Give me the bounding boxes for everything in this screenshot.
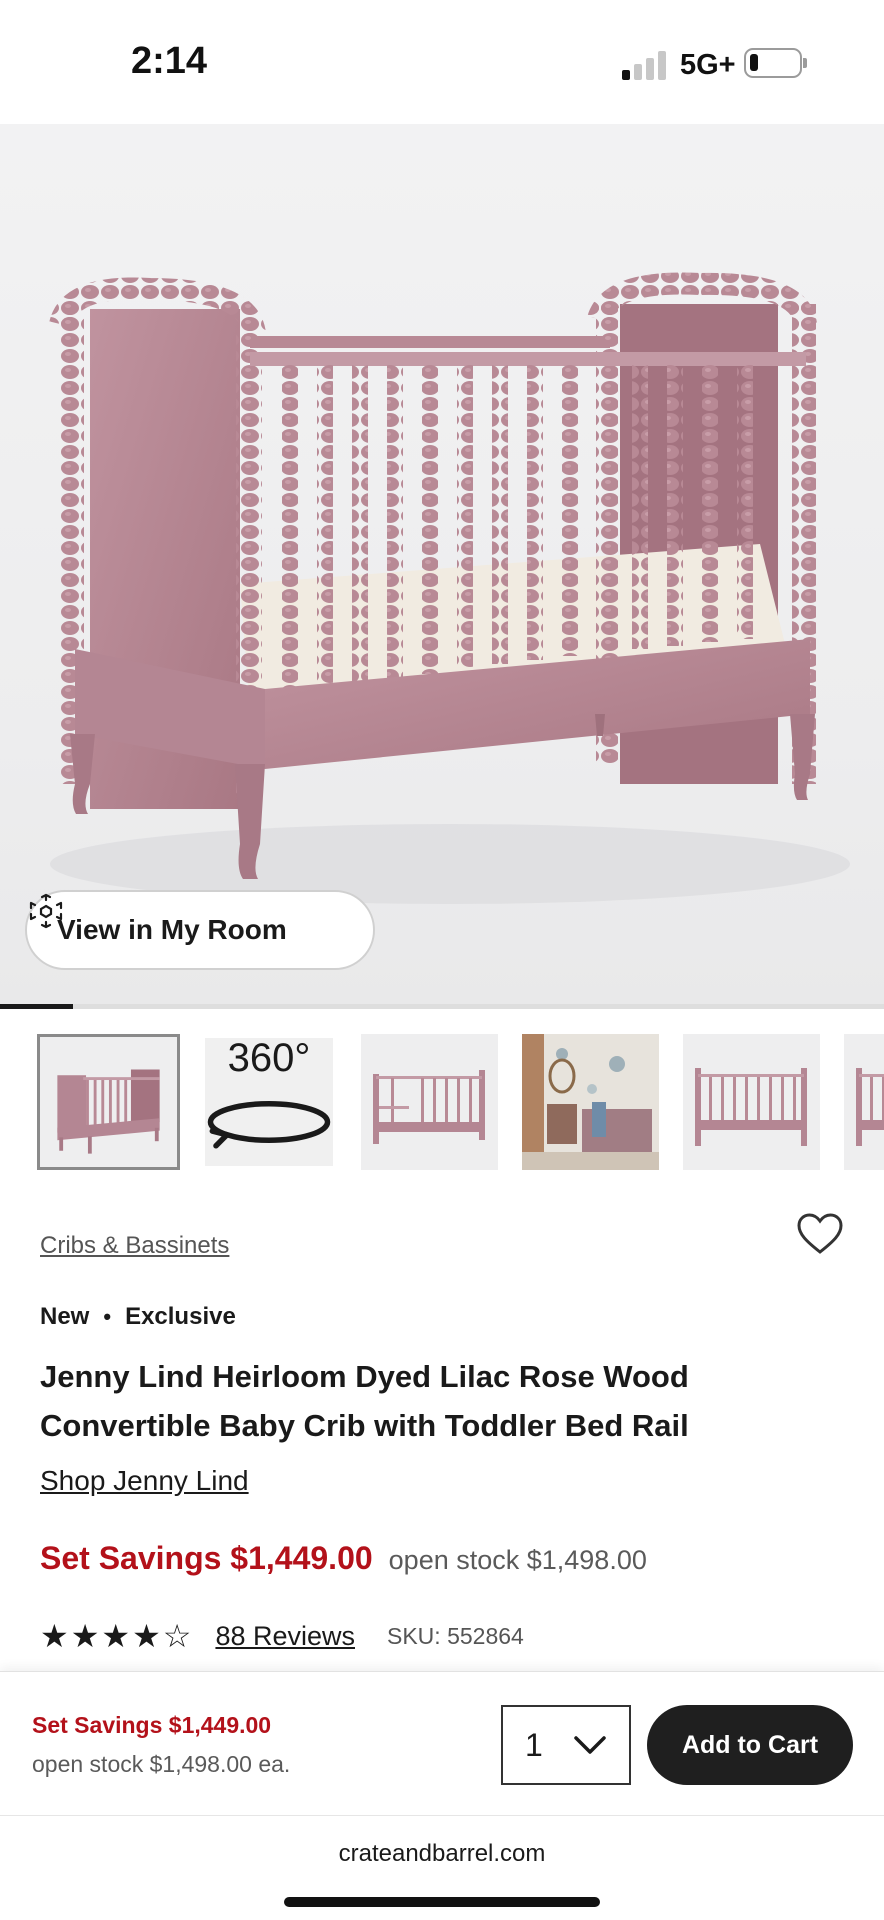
star-empty-icon: ☆ — [162, 1618, 192, 1654]
gallery-progress-bar — [0, 1004, 884, 1009]
wishlist-button[interactable] — [796, 1212, 844, 1256]
thumbnail-strip[interactable]: 360° — [0, 1030, 884, 1176]
product-tags: New • Exclusive — [40, 1303, 236, 1331]
nursery-room-thumbnail-image — [522, 1034, 659, 1170]
reviews-link[interactable]: 88 Reviews — [215, 1621, 355, 1652]
product-title: Jenny Lind Heirloom Dyed Lilac Rose Wood… — [40, 1352, 820, 1450]
tag-separator: • — [103, 1304, 112, 1329]
thumbnail-nursery-room[interactable] — [522, 1034, 659, 1170]
heart-icon — [797, 1213, 843, 1254]
star-filled-icon: ★ — [70, 1618, 100, 1654]
sticky-purchase-bar: Set Savings $1,449.00 open stock $1,498.… — [0, 1671, 884, 1815]
network-type: 5G+ — [680, 49, 736, 81]
price-row: Set Savings $1,449.00 open stock $1,498.… — [40, 1540, 647, 1577]
star-filled-icon: ★ — [132, 1618, 161, 1654]
battery-icon — [744, 48, 807, 78]
add-to-cart-button[interactable]: Add to Cart — [647, 1705, 853, 1785]
view-in-my-room-label: View in My Room — [57, 914, 287, 945]
product-hero-image[interactable]: View in My Room — [0, 124, 884, 1004]
tag-new: New — [40, 1303, 90, 1330]
thumbnail-360-view[interactable]: 360° — [205, 1038, 333, 1166]
browser-url-bar[interactable]: crateandbarrel.com — [0, 1815, 884, 1920]
thumbnail-crib-side[interactable] — [683, 1034, 820, 1170]
product-title-line-1: Jenny Lind Heirloom Dyed Lilac Rose Wood — [40, 1359, 689, 1394]
sticky-open-stock-price: open stock $1,498.00 ea. — [32, 1751, 291, 1777]
rating-row: ★ ★ ★ ★ ☆ 88 Reviews SKU: 552864 — [40, 1620, 524, 1652]
quantity-value: 1 — [525, 1726, 543, 1763]
star-rating: ★ ★ ★ ★ ☆ — [40, 1620, 193, 1652]
thumbnail-crib-partial[interactable] — [844, 1034, 884, 1170]
home-indicator[interactable] — [284, 1897, 600, 1907]
sticky-sale-price: Set Savings $1,449.00 — [32, 1712, 272, 1738]
ar-cube-icon — [29, 893, 63, 929]
star-filled-icon: ★ — [101, 1618, 131, 1654]
gallery-progress-fill — [0, 1004, 74, 1009]
sku-label: SKU: 552864 — [387, 1622, 524, 1649]
view-in-my-room-button[interactable]: View in My Room — [25, 890, 375, 970]
thumbnail-toddler-rail[interactable] — [361, 1034, 498, 1170]
status-time: 2:14 — [131, 40, 208, 82]
product-title-line-2: Convertible Baby Crib with Toddler Bed R… — [40, 1408, 689, 1443]
crib-side-thumbnail-image — [683, 1034, 820, 1170]
rotate-360-icon — [207, 1100, 331, 1149]
thumbnail-crib-front[interactable] — [37, 1034, 180, 1170]
chevron-down-icon — [574, 1736, 606, 1754]
sale-price: Set Savings $1,449.00 — [40, 1540, 373, 1576]
quantity-select[interactable]: 1 — [501, 1705, 631, 1785]
crib-thumbnail-image — [40, 1037, 177, 1167]
thumbnail-360-label: 360° — [227, 1038, 311, 1080]
status-bar: 2:14 5G+ — [0, 0, 884, 124]
toddler-rail-thumbnail-image — [361, 1034, 498, 1170]
crib-illustration — [49, 272, 850, 904]
star-filled-icon: ★ — [40, 1618, 69, 1654]
crib-partial-thumbnail-image — [844, 1034, 884, 1170]
open-stock-price: open stock $1,498.00 — [388, 1545, 647, 1575]
cellular-signal-icon — [622, 50, 668, 80]
category-breadcrumb-link[interactable]: Cribs & Bassinets — [40, 1232, 229, 1260]
shop-collection-link[interactable]: Shop Jenny Lind — [40, 1465, 249, 1497]
url-text: crateandbarrel.com — [338, 1840, 546, 1867]
tag-exclusive: Exclusive — [125, 1303, 236, 1330]
